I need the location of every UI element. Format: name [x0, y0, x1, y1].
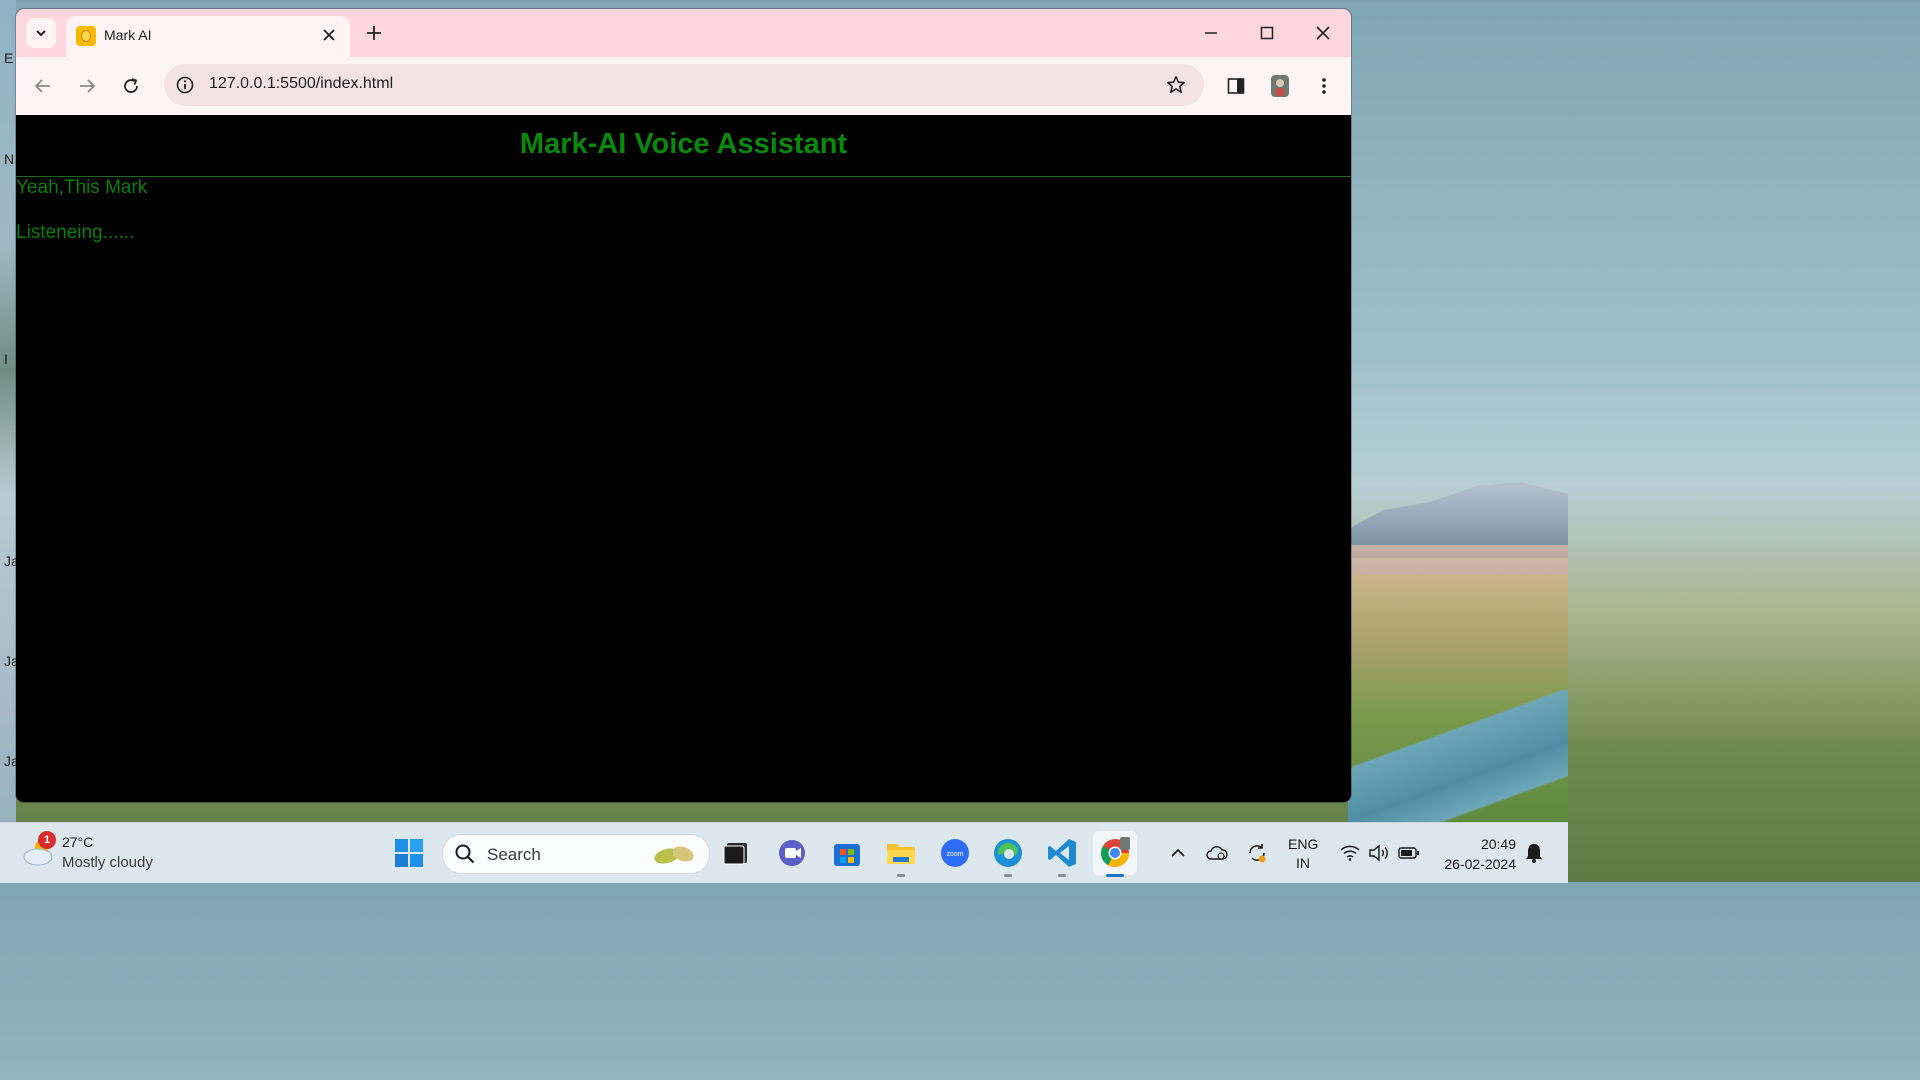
page-content: Mark-AI Voice Assistant Yeah,This Mark L…	[16, 115, 1351, 802]
vscode-icon	[1048, 839, 1076, 867]
teams-icon	[779, 840, 805, 866]
search-highlight-icon	[654, 846, 694, 864]
chevron-down-icon	[36, 30, 46, 37]
browser-tab[interactable]: Mark AI	[66, 16, 350, 57]
show-hidden-icons-button[interactable]	[1166, 841, 1190, 865]
tab-title: Mark AI	[104, 27, 152, 43]
running-indicator	[1058, 874, 1066, 877]
browser-window: Mark AI 127.0.0.1:5500/index.html Mark-A…	[16, 9, 1351, 802]
sync-icon	[1249, 844, 1266, 863]
profile-button[interactable]	[1266, 72, 1294, 100]
taskbar: 1 27°C Mostly cloudy Search zoom ENG IN …	[0, 822, 1568, 883]
language-code: ENG	[1288, 836, 1319, 852]
taskbar-app-teams[interactable]	[774, 835, 810, 871]
chrome-icon	[1101, 837, 1130, 867]
avatar-icon	[1271, 75, 1289, 97]
reload-icon	[124, 78, 138, 93]
zoom-icon: zoom	[941, 839, 969, 867]
microsoft-store-icon	[834, 844, 860, 866]
assistant-message: Yeah,This Mark	[16, 177, 148, 198]
close-window-button[interactable]	[1305, 19, 1341, 47]
system-clock[interactable]: 20:49 26-02-2024	[1432, 834, 1516, 874]
new-tab-button[interactable]	[362, 21, 386, 45]
active-indicator	[1106, 874, 1124, 877]
chevron-up-icon	[1171, 848, 1185, 857]
tray-battery[interactable]	[1397, 841, 1421, 865]
star-icon	[1167, 76, 1185, 93]
weather-temperature[interactable]: 27°C	[62, 834, 93, 850]
close-icon	[323, 29, 335, 41]
taskbar-app-store[interactable]	[829, 835, 865, 871]
input-language-indicator[interactable]: ENG IN	[1288, 835, 1318, 873]
forward-button[interactable]	[73, 72, 101, 100]
browser-menu-button[interactable]	[1310, 72, 1338, 100]
tray-volume[interactable]	[1367, 841, 1391, 865]
browser-toolbar: 127.0.0.1:5500/index.html	[16, 57, 1351, 115]
minimize-icon	[1205, 32, 1217, 34]
arrow-right-icon	[80, 79, 96, 93]
desktop-left-edge	[0, 0, 16, 822]
more-vertical-icon	[1322, 78, 1326, 94]
wifi-icon	[1340, 845, 1360, 861]
close-icon	[1316, 26, 1330, 40]
maximize-button[interactable]	[1249, 19, 1285, 47]
taskbar-app-zoom[interactable]: zoom	[937, 835, 973, 871]
svg-text:zoom: zoom	[946, 851, 963, 858]
search-label: Search	[487, 845, 541, 864]
plus-icon	[367, 26, 381, 40]
cloud-sync-icon	[1206, 846, 1228, 860]
tray-onedrive[interactable]	[1205, 841, 1229, 865]
clock-date: 26-02-2024	[1444, 856, 1516, 872]
search-icon	[455, 844, 475, 864]
wallpaper-river	[1348, 690, 1568, 830]
arrow-left-icon	[34, 79, 50, 93]
file-explorer-icon	[887, 844, 915, 864]
running-indicator	[1004, 874, 1012, 877]
taskbar-app-file-manager[interactable]	[718, 835, 754, 871]
running-indicator	[897, 874, 905, 877]
bell-icon	[1526, 844, 1542, 863]
weather-description[interactable]: Mostly cloudy	[62, 854, 153, 871]
tray-wifi[interactable]	[1338, 841, 1362, 865]
desktop-icon-label[interactable]: N	[4, 151, 14, 167]
taskbar-app-chrome[interactable]	[1093, 831, 1137, 875]
file-manager-icon	[723, 843, 747, 865]
tray-sync[interactable]	[1245, 841, 1269, 865]
page-header: Mark-AI Voice Assistant	[16, 115, 1351, 177]
tab-close-button[interactable]	[318, 24, 340, 46]
start-button[interactable]	[391, 835, 427, 871]
tab-search-button[interactable]	[26, 18, 56, 48]
url-text[interactable]: 127.0.0.1:5500/index.html	[209, 75, 393, 93]
tab-strip: Mark AI	[16, 9, 1351, 57]
notifications-button[interactable]	[1522, 841, 1546, 865]
side-panel-icon	[1227, 78, 1245, 94]
weather-alert-badge: 1	[38, 831, 56, 849]
site-info-button[interactable]	[174, 74, 196, 96]
desktop-icon-label[interactable]: E	[4, 50, 13, 66]
info-icon	[176, 76, 194, 94]
assistant-status: Listeneing......	[16, 222, 135, 243]
language-region: IN	[1296, 855, 1310, 871]
side-panel-button[interactable]	[1222, 72, 1250, 100]
desktop-icon-label[interactable]: I	[4, 351, 8, 367]
battery-icon	[1398, 847, 1419, 859]
bookmark-button[interactable]	[1164, 73, 1188, 97]
taskbar-app-edge[interactable]	[990, 835, 1026, 871]
speaker-icon	[1369, 844, 1388, 862]
taskbar-app-vscode[interactable]	[1044, 835, 1080, 871]
edge-icon	[994, 839, 1022, 867]
taskbar-search[interactable]: Search	[442, 834, 710, 874]
page-title: Mark-AI Voice Assistant	[519, 128, 848, 160]
back-button[interactable]	[29, 72, 57, 100]
minimize-button[interactable]	[1193, 19, 1229, 47]
reload-button[interactable]	[117, 72, 145, 100]
maximize-icon	[1260, 26, 1274, 40]
site-favicon-icon	[76, 26, 96, 46]
clock-time: 20:49	[1480, 836, 1516, 852]
address-bar[interactable]: 127.0.0.1:5500/index.html	[164, 64, 1204, 106]
taskbar-app-file-explorer[interactable]	[883, 835, 919, 871]
windows-start-icon	[395, 839, 423, 867]
